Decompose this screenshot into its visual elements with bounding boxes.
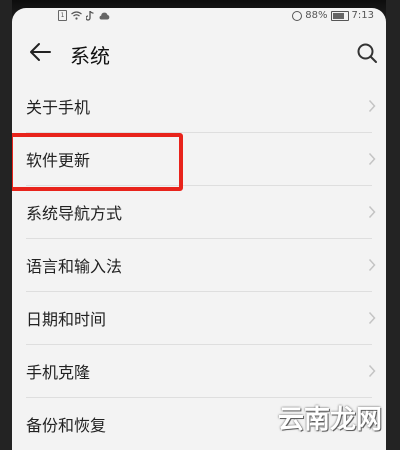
phone-bezel-left (0, 0, 12, 450)
chevron-right-icon (368, 258, 376, 272)
status-right-icons: 88% 7:13 (292, 10, 374, 21)
page-title: 系统 (70, 44, 110, 68)
menu-item-system-navigation[interactable]: 系统导航方式 (12, 186, 386, 238)
tiktok-icon (86, 10, 94, 21)
status-time: 7:13 (351, 10, 374, 21)
menu-item-label: 手机克隆 (26, 363, 91, 382)
status-left-icons: 1 (58, 10, 110, 21)
status-bar: 1 88% 7:13 (12, 8, 386, 26)
settings-menu-list: 关于手机 软件更新 系统导航方式 语言和输入法 日期和时间 手机克隆 备份和恢复 (12, 80, 386, 450)
chevron-right-icon (368, 152, 376, 166)
menu-item-label: 系统导航方式 (26, 204, 123, 223)
phone-bezel-right (386, 0, 400, 450)
alarm-icon (292, 10, 303, 21)
search-icon[interactable] (356, 42, 378, 64)
watermark-logo: 云南龙网 (277, 405, 382, 435)
menu-item-phone-clone[interactable]: 手机克隆 (12, 345, 386, 397)
back-arrow-icon[interactable] (26, 38, 54, 66)
menu-item-label: 语言和输入法 (26, 257, 123, 276)
app-header: 系统 (12, 30, 386, 82)
menu-item-label: 日期和时间 (26, 310, 107, 329)
menu-item-label: 关于手机 (26, 98, 91, 117)
menu-item-software-update[interactable]: 软件更新 (12, 133, 386, 185)
phone-screen: 1 88% 7:13 系统 关于手机 软件更新 系统导航方式 语言和输入法 日期… (12, 8, 386, 450)
chevron-right-icon (368, 364, 376, 378)
menu-item-language-input[interactable]: 语言和输入法 (12, 239, 386, 291)
menu-item-about-phone[interactable]: 关于手机 (12, 80, 386, 132)
menu-item-label: 软件更新 (26, 151, 91, 170)
menu-item-label: 备份和恢复 (26, 416, 107, 435)
cloud-icon (99, 12, 110, 19)
battery-percent: 88% (305, 10, 328, 21)
chevron-right-icon (368, 205, 376, 219)
menu-item-date-time[interactable]: 日期和时间 (12, 292, 386, 344)
chevron-right-icon (368, 99, 376, 113)
battery-icon (330, 10, 349, 21)
wifi-icon (71, 11, 82, 20)
sim-icon: 1 (58, 10, 67, 21)
chevron-right-icon (368, 311, 376, 325)
